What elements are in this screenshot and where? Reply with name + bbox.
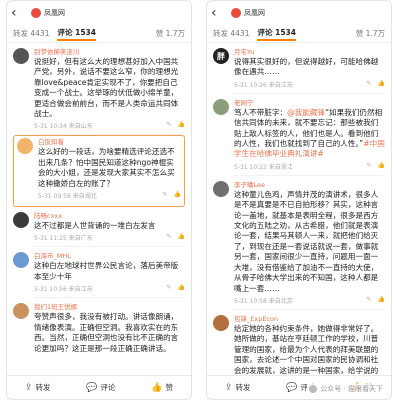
avatar[interactable]: 胖 <box>213 48 229 64</box>
like-icon[interactable]: 👍 <box>378 80 385 89</box>
comment-time: 5-31 10:22 <box>234 163 267 171</box>
repost-button[interactable]: ⇪ 转发 <box>225 382 251 393</box>
like-icon[interactable]: 👍 <box>178 233 185 242</box>
avatar[interactable] <box>13 303 29 320</box>
avatar[interactable] <box>213 314 229 331</box>
reply-icon[interactable]: ✎ <box>366 296 371 305</box>
reply-icon[interactable]: ✎ <box>166 284 171 293</box>
likes-count[interactable]: 赞 1.7万 <box>356 28 385 39</box>
watermark: 公众号 · 猫眼看天下 <box>307 384 385 394</box>
tab-bar: 转发 4431 评论 1534 赞 1.7万 <box>207 25 391 43</box>
like-icon[interactable]: 👍 <box>178 121 185 130</box>
tab-repost[interactable]: 转发 4431 <box>213 28 249 39</box>
comment-author[interactable]: 白饭知着 <box>38 138 181 146</box>
comment-author[interactable]: 我们1班王悦娜 <box>34 303 185 311</box>
comment-text: 夸赞声很多，我没有被打动。讲话像朗诵，情绪像表演。正确但空洞。我喜欢实在的东西。… <box>34 312 179 353</box>
like-icon[interactable]: 👍 <box>378 296 385 305</box>
reply-icon[interactable]: ✎ <box>162 191 167 200</box>
comment-ip: 来自江苏 <box>68 286 93 294</box>
comment-ip: 来自广东 <box>68 235 93 243</box>
reply-icon[interactable]: ✎ <box>166 233 171 242</box>
comment-time: 5-31 10:56 <box>34 286 67 294</box>
comment-time: 5-31 10:26 <box>234 81 267 89</box>
comment-author[interactable]: 别梦依稀笑逝川 <box>34 48 185 56</box>
reply-icon[interactable]: ✎ <box>366 80 371 89</box>
comment-ip: 来自山东 <box>68 123 93 131</box>
reply-icon[interactable]: ✎ <box>166 121 171 130</box>
repost-icon: ⇪ <box>24 382 33 393</box>
site-name: 凤凰网 <box>244 9 265 17</box>
tab-comment[interactable]: 评论 1534 <box>57 27 96 41</box>
comment-author[interactable]: 月宅Yu <box>234 48 385 56</box>
comment-icon: 💬 <box>286 382 298 393</box>
comment-item-highlighted: 白饭知着 这么好的一段话，为啥要精选评论还选不出来几条？怕中国民知道这种ngo神… <box>13 135 185 208</box>
top-bar: ‹ 凤凰网 <box>7 1 191 25</box>
comment-text: 这种童儿色鸡，声情并茂的演讲术，很多人是不是真要是不已自拍形移？其实，这种言论一… <box>234 189 379 293</box>
back-arrow-icon[interactable]: ‹ <box>11 1 27 25</box>
avatar[interactable] <box>13 212 29 229</box>
like-icon[interactable]: 👍 <box>378 162 385 171</box>
comment-time: 5-31 10:58 <box>234 297 267 305</box>
right-weibo-screenshot: ‹ 凤凰网 转发 4431 评论 1534 赞 1.7万 胖 月宅Yu 说得其实… <box>206 0 392 400</box>
comment-ip: 来自北京 <box>268 297 293 305</box>
tab-repost[interactable]: 转发 4431 <box>13 28 49 39</box>
tab-comment[interactable]: 评论 1534 <box>257 27 296 41</box>
site-logo-icon <box>31 8 41 18</box>
comment-icon: 💬 <box>86 382 98 393</box>
comment-item: 白海市_MHL 这种白左地球村世界公民言论，落后美帝版本至少十年 5-31 10… <box>13 247 185 299</box>
comment-ip: 来自湖北 <box>72 193 97 201</box>
top-bar: ‹ 凤凰网 <box>207 1 391 25</box>
repost-icon: ⇪ <box>224 382 233 393</box>
comment-item: 老网宁 笃人不带脏字：@我能藏锋“如果我们仍然相信共同体的未来，就不要忘记：那些… <box>213 94 385 176</box>
comment-item: 陆畅cxxx 这不过都是人世背诵的一堆白左发言 5-31 11:25 来自广东 … <box>13 207 185 248</box>
comment-text: 说挺好，但有这么大的理想甚好加入中国共产党，另外，说话不要这么窄，你的理想光靠l… <box>34 57 179 119</box>
comment-author[interactable]: 李子曦Lee <box>234 181 385 189</box>
comment-item: 别梦依稀笑逝川 说挺好，但有这么大的理想甚好加入中国共产党，另外，说话不要这么窄… <box>13 43 185 136</box>
comment-item: 胖 月宅Yu 说得其实很好的，但说得越好，可能哈佛越像在遇共…… 5-31 10… <box>213 43 385 94</box>
comment-text: 说得其实很好的，但说得越好，可能哈佛越像在遇共…… <box>234 57 379 77</box>
comment-text: 这不过都是人世背诵的一堆白左发言 <box>34 221 156 231</box>
comment-text: 这种白左地球村世界公民言论，落后美帝版本至少十年 <box>34 261 179 281</box>
avatar[interactable] <box>17 138 33 155</box>
thumbs-up-icon: 👍 <box>151 382 163 393</box>
avatar[interactable] <box>13 48 29 64</box>
likes-count[interactable]: 赞 1.7万 <box>156 28 185 39</box>
like-icon[interactable]: 👍 <box>178 284 185 293</box>
comment-list: 别梦依稀笑逝川 说挺好，但有这么大的理想甚好加入中国共产党，另外，说话不要这么窄… <box>7 43 191 354</box>
mention-link[interactable]: @我能藏锋 <box>287 108 325 117</box>
like-icon[interactable]: 👍 <box>174 191 181 200</box>
avatar[interactable] <box>213 98 229 115</box>
avatar[interactable] <box>13 252 29 269</box>
comment-ip: 来自江苏 <box>268 81 293 89</box>
left-weibo-screenshot: ‹ 凤凰网 转发 4431 评论 1534 赞 1.7万 别梦依稀笑逝川 说挺好… <box>6 0 192 400</box>
comment-author[interactable]: 包锋_ExpEcon <box>234 315 385 323</box>
comment-time: 5-31 10:34 <box>34 123 67 131</box>
tab-bar: 转发 4431 评论 1534 赞 1.7万 <box>7 25 191 43</box>
comment-button[interactable]: 💬评论 <box>86 382 115 393</box>
avatar[interactable] <box>213 180 229 197</box>
comment-ip: 来自浙江 <box>268 163 293 171</box>
comment-time: 5-31 09:58 <box>38 193 71 201</box>
wechat-logo-icon <box>309 385 318 393</box>
repost-button[interactable]: ⇪ 转发 <box>25 382 51 393</box>
like-button[interactable]: 👍赞 <box>151 382 173 393</box>
comment-item: 我们1班王悦娜 夸赞声很多，我没有被打动。讲话像朗诵，情绪像表演。正确但空洞。我… <box>13 298 185 354</box>
bottom-action-bar: ⇪转发 💬评论 👍赞 <box>7 375 191 399</box>
reply-icon[interactable]: ✎ <box>366 162 371 171</box>
comment-time: 5-31 11:25 <box>34 235 67 243</box>
comment-author[interactable]: 白海市_MHL <box>34 252 185 260</box>
comment-item: 李子曦Lee 这种童儿色鸡，声情并茂的演讲术，很多人是不是真要是不已自拍形移？其… <box>213 176 385 310</box>
comment-list: 胖 月宅Yu 说得其实很好的，但说得越好，可能哈佛越像在遇共…… 5-31 10… <box>207 43 391 397</box>
comment-text: 笃人不带脏字：@我能藏锋“如果我们仍然相信共同体的未来，就不要忘记：那些被我们贴… <box>234 107 385 159</box>
site-logo-icon <box>231 8 241 18</box>
comment-author[interactable]: 老网宁 <box>234 99 385 107</box>
site-name: 凤凰网 <box>44 9 65 17</box>
comment-author[interactable]: 陆畅cxxx <box>34 212 185 220</box>
back-arrow-icon[interactable]: ‹ <box>211 1 227 25</box>
comment-text: 这么好的一段话，为啥要精选评论还选不出来几条？怕中国民知道这种ngo神棍实会的大… <box>38 147 175 188</box>
